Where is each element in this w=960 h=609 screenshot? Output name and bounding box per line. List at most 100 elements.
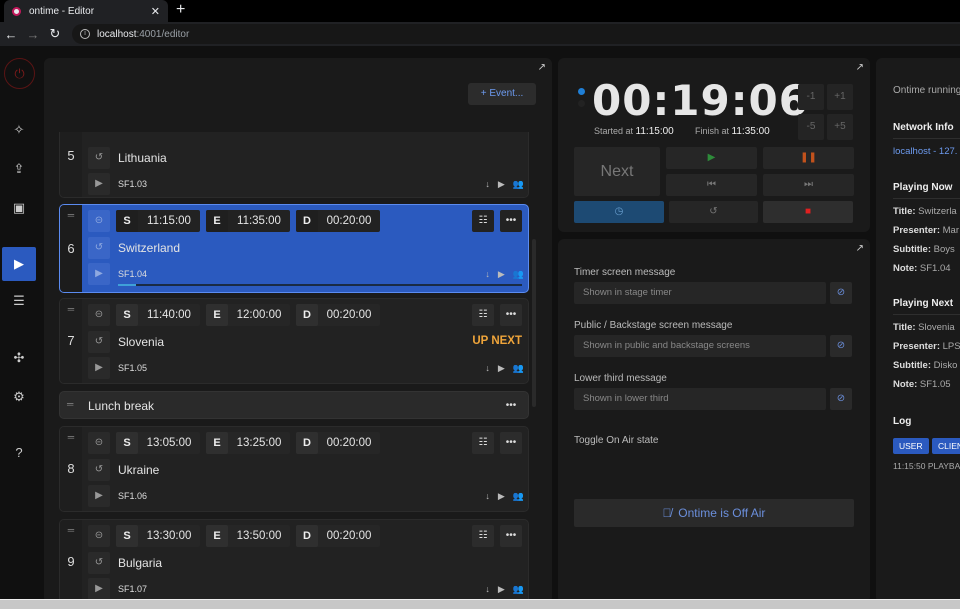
minus-1-button[interactable]: -1 — [798, 84, 824, 110]
skip-toggle-icon[interactable]: ⊝ — [88, 304, 110, 326]
site-info-icon[interactable]: i — [80, 29, 90, 39]
play-icon[interactable]: ▶ — [2, 247, 36, 281]
settings-sliders-icon[interactable]: ☷ — [472, 304, 494, 326]
skip-toggle-icon[interactable]: ⊝ — [88, 432, 110, 454]
arrow-down-icon[interactable]: ↓ — [485, 179, 490, 190]
users-icon[interactable]: 👥 — [513, 584, 524, 595]
settings-sliders-icon[interactable]: ☷ — [472, 210, 494, 232]
help-icon[interactable]: ? — [2, 436, 36, 470]
puzzle-icon[interactable]: ✣ — [2, 341, 36, 375]
arrow-down-icon[interactable]: ↓ — [485, 363, 490, 374]
expand-icon[interactable]: ↗ — [856, 243, 864, 254]
skip-toggle-icon[interactable]: ⊝ — [88, 210, 110, 232]
eye-off-icon[interactable]: ⊘ — [830, 335, 852, 357]
lower-third-input[interactable]: Shown in lower third — [574, 388, 826, 410]
start-time-field[interactable]: S 13:05:00 — [116, 432, 200, 454]
duration-field[interactable]: D 00:20:00 — [296, 304, 380, 326]
end-time-field[interactable]: E 11:35:00 — [206, 210, 290, 232]
more-icon[interactable]: ••• — [500, 210, 522, 232]
public-message-input[interactable]: Shown in public and backstage screens — [574, 335, 826, 357]
duration-field[interactable]: D 00:20:00 — [296, 432, 380, 454]
plus-1-button[interactable]: +1 — [827, 84, 853, 110]
play-event-icon[interactable]: ▶ — [88, 173, 110, 195]
drag-handle-icon[interactable]: ═ — [67, 399, 73, 409]
skip-toggle-icon[interactable]: ⊝ — [88, 525, 110, 547]
expand-icon[interactable]: ↗ — [856, 62, 864, 73]
horizontal-scrollbar[interactable] — [0, 599, 960, 609]
play-icon[interactable]: ▶ — [498, 584, 505, 595]
users-icon[interactable]: 👥 — [513, 491, 524, 502]
reset-icon[interactable]: ↺ — [88, 237, 110, 259]
play-icon[interactable]: ▶ — [498, 179, 505, 190]
settings-sliders-icon[interactable]: ☷ — [472, 525, 494, 547]
event-row[interactable]: ═ 9 ⊝ S 13:30:00 E 13:50:00 D 00:20:00 ☷ ••• … — [59, 519, 529, 603]
minus-5-button[interactable]: -5 — [798, 114, 824, 140]
reset-icon[interactable]: ↺ — [88, 459, 110, 481]
event-row-selected[interactable]: ═ 6 ⊝ S 11:15:00 E 11:35:00 D 00:20:00 ☷ ••• … — [59, 204, 529, 293]
reset-icon[interactable]: ↺ — [88, 552, 110, 574]
skip-next-button[interactable]: ⏭ — [763, 174, 854, 196]
users-icon[interactable]: 👥 — [513, 269, 524, 280]
back-icon[interactable]: ← — [0, 27, 22, 42]
sliders-icon[interactable]: ☰ — [2, 284, 36, 318]
more-icon[interactable]: ••• — [500, 432, 522, 454]
new-tab-icon[interactable]: + — [176, 1, 185, 19]
duration-field[interactable]: D 00:20:00 — [296, 210, 380, 232]
reload-timer-button[interactable]: ↺ — [669, 201, 758, 223]
previous-button[interactable]: ⏮ — [666, 174, 757, 196]
roll-mode-button[interactable]: ◷ — [574, 201, 664, 223]
users-icon[interactable]: 👥 — [513, 363, 524, 374]
drag-handle-icon[interactable]: ═ — [66, 304, 76, 314]
stop-button[interactable]: ■ — [763, 201, 853, 223]
close-tab-icon[interactable]: ✕ — [151, 5, 160, 18]
arrow-down-icon[interactable]: ↓ — [485, 584, 490, 595]
eye-off-icon[interactable]: ⊘ — [830, 388, 852, 410]
arrow-down-icon[interactable]: ↓ — [485, 491, 490, 502]
settings-sliders-icon[interactable]: ☷ — [472, 432, 494, 454]
play-icon[interactable]: ▶ — [498, 363, 505, 374]
end-time-field[interactable]: E 13:25:00 — [206, 432, 290, 454]
save-icon[interactable]: ▣ — [2, 191, 36, 225]
more-icon[interactable]: ••• — [500, 304, 522, 326]
upload-icon[interactable]: ⇪ — [2, 152, 36, 186]
arrow-down-icon[interactable]: ↓ — [485, 269, 490, 280]
play-event-icon[interactable]: ▶ — [88, 357, 110, 379]
magic-wand-icon[interactable]: ✧ — [2, 113, 36, 147]
event-row[interactable]: 5 ↺ Lithuania ▶ SF1.03 ↓ ▶ 👥 — [59, 132, 529, 198]
drag-handle-icon[interactable]: ═ — [66, 525, 76, 535]
play-icon[interactable]: ▶ — [498, 269, 505, 280]
start-button[interactable]: ▶ — [666, 147, 757, 169]
users-icon[interactable]: 👥 — [513, 179, 524, 190]
more-icon[interactable]: ••• — [500, 525, 522, 547]
expand-icon[interactable]: ↗ — [538, 62, 546, 73]
reload-icon[interactable]: ↻ — [44, 26, 66, 42]
play-event-icon[interactable]: ▶ — [88, 485, 110, 507]
timer-message-input[interactable]: Shown in stage timer — [574, 282, 826, 304]
power-icon[interactable]: ⏻ — [4, 58, 35, 89]
drag-handle-icon[interactable]: ═ — [66, 210, 76, 220]
eye-off-icon[interactable]: ⊘ — [830, 282, 852, 304]
end-time-field[interactable]: E 12:00:00 — [206, 304, 290, 326]
duration-field[interactable]: D 00:20:00 — [296, 525, 380, 547]
reset-icon[interactable]: ↺ — [88, 147, 110, 169]
next-button[interactable]: Next — [574, 147, 660, 196]
start-time-field[interactable]: S 11:40:00 — [116, 304, 200, 326]
browser-tab[interactable]: ontime - Editor ✕ — [4, 0, 168, 22]
play-event-icon[interactable]: ▶ — [88, 263, 110, 285]
forward-icon[interactable]: → — [22, 27, 44, 42]
address-bar[interactable]: i localhost:4001/editor — [72, 24, 960, 44]
end-time-field[interactable]: E 13:50:00 — [206, 525, 290, 547]
reset-icon[interactable]: ↺ — [88, 331, 110, 353]
log-filter-client[interactable]: CLIEN — [932, 438, 960, 454]
start-time-field[interactable]: S 13:30:00 — [116, 525, 200, 547]
plus-5-button[interactable]: +5 — [827, 114, 853, 140]
event-row[interactable]: ═ 7 ⊝ S 11:40:00 E 12:00:00 D 00:20:00 ☷ ••• … — [59, 298, 529, 384]
network-link[interactable]: localhost - 127. — [893, 146, 957, 157]
log-filter-user[interactable]: USER — [893, 438, 929, 454]
rundown-scrollbar[interactable] — [532, 239, 536, 407]
drag-handle-icon[interactable]: ═ — [66, 432, 76, 442]
add-event-button[interactable]: + Event... — [468, 83, 536, 105]
event-row[interactable]: ═ 8 ⊝ S 13:05:00 E 13:25:00 D 00:20:00 ☷ ••• … — [59, 426, 529, 512]
start-time-field[interactable]: S 11:15:00 — [116, 210, 200, 232]
play-event-icon[interactable]: ▶ — [88, 578, 110, 600]
